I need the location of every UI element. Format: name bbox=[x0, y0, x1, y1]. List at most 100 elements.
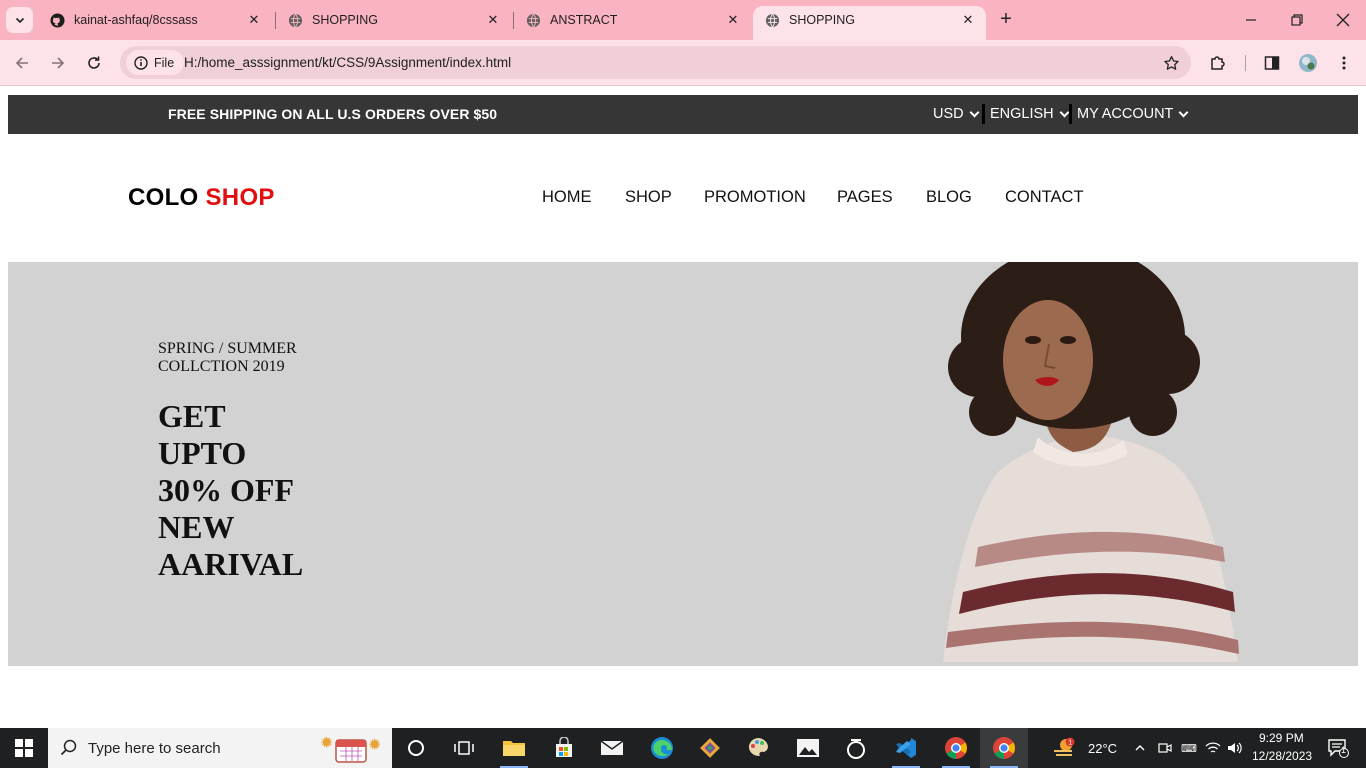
file-explorer-app[interactable] bbox=[490, 728, 538, 768]
browser-toolbar: File H:/home_asssignment/kt/CSS/9Assignm… bbox=[0, 40, 1366, 86]
language-dropdown[interactable]: ENGLISH bbox=[990, 106, 1070, 122]
close-tab-icon[interactable]: ✕ bbox=[725, 12, 741, 28]
photos-app[interactable] bbox=[784, 728, 832, 768]
meet-now-button[interactable] bbox=[1154, 728, 1176, 768]
nav-blog[interactable]: BLOG bbox=[926, 188, 972, 207]
tab-title: ANSTRACT bbox=[550, 13, 618, 27]
chevron-down-icon bbox=[1178, 107, 1189, 117]
hero-subtitle-line: COLLCTION 2019 bbox=[158, 358, 285, 375]
hero-title: GET UPTO 30% OFF NEW AARIVAL bbox=[158, 398, 303, 583]
topbar-divider bbox=[1069, 104, 1072, 124]
hero-subtitle-line: SPRING / SUMMER bbox=[158, 340, 297, 357]
show-hidden-icons-button[interactable] bbox=[1128, 728, 1152, 768]
close-window-button[interactable] bbox=[1330, 8, 1356, 32]
taskbar-search-box[interactable]: Type here to search ✹ ✹ bbox=[48, 728, 392, 768]
nav-promotion[interactable]: PROMOTION bbox=[704, 188, 806, 207]
star-icon bbox=[1163, 55, 1179, 70]
close-tab-icon[interactable]: ✕ bbox=[960, 12, 976, 28]
tab-shopping-active[interactable]: SHOPPING ✕ bbox=[753, 6, 986, 40]
weather-icon: 1 bbox=[1054, 737, 1075, 756]
tab-anstract[interactable]: ANSTRACT ✕ bbox=[514, 0, 751, 40]
hero-subtitle: SPRING / SUMMER COLLCTION 2019 bbox=[158, 340, 297, 376]
svg-text:1: 1 bbox=[1068, 740, 1072, 747]
restore-button[interactable] bbox=[1284, 8, 1310, 32]
close-tab-icon[interactable]: ✕ bbox=[485, 12, 501, 28]
cortana-button[interactable] bbox=[392, 728, 440, 768]
site-info-chip[interactable]: File bbox=[126, 50, 185, 75]
wifi-icon bbox=[1205, 742, 1221, 753]
address-bar[interactable]: File H:/home_asssignment/kt/CSS/9Assignm… bbox=[120, 46, 1191, 79]
info-icon bbox=[134, 55, 148, 70]
chrome-app[interactable] bbox=[932, 728, 980, 768]
topbar-divider bbox=[982, 104, 985, 124]
minimize-icon bbox=[1246, 19, 1256, 21]
bookmark-button[interactable] bbox=[1161, 53, 1181, 73]
side-panel-icon bbox=[1264, 56, 1280, 70]
logo-text-primary: COLO bbox=[128, 184, 206, 211]
start-button[interactable] bbox=[0, 728, 48, 768]
tab-title: SHOPPING bbox=[312, 13, 378, 27]
extensions-button[interactable] bbox=[1206, 51, 1230, 75]
restore-icon bbox=[1291, 14, 1303, 26]
forward-button[interactable] bbox=[46, 51, 70, 75]
nav-shop[interactable]: SHOP bbox=[625, 188, 672, 207]
chrome-icon bbox=[945, 737, 967, 759]
tab-title: SHOPPING bbox=[789, 13, 855, 27]
close-tab-icon[interactable]: ✕ bbox=[246, 12, 262, 28]
minimize-button[interactable] bbox=[1238, 8, 1264, 32]
site-logo[interactable]: COLO SHOP bbox=[128, 184, 275, 212]
close-icon bbox=[1336, 13, 1350, 27]
currency-dropdown[interactable]: USD bbox=[933, 106, 980, 122]
folder-icon bbox=[503, 741, 525, 756]
clock-button[interactable]: 9:29 PM 12/28/2023 bbox=[1250, 728, 1312, 768]
tab-search-button[interactable] bbox=[6, 7, 33, 33]
windows-logo-icon bbox=[15, 739, 33, 757]
github-desktop-app[interactable] bbox=[832, 728, 880, 768]
profile-button[interactable] bbox=[1296, 51, 1320, 75]
new-tab-button[interactable]: + bbox=[996, 9, 1016, 30]
back-button[interactable] bbox=[10, 51, 34, 75]
url-text[interactable]: H:/home_asssignment/kt/CSS/9Assignment/i… bbox=[184, 55, 511, 70]
vscode-app[interactable] bbox=[882, 728, 930, 768]
side-panel-button[interactable] bbox=[1260, 51, 1284, 75]
reload-button[interactable] bbox=[82, 51, 106, 75]
svg-text:⌨: ⌨ bbox=[1181, 742, 1197, 755]
volume-button[interactable] bbox=[1224, 728, 1246, 768]
chrome-app-active[interactable] bbox=[980, 728, 1028, 768]
free-shipping-text: FREE SHIPPING ON ALL U.S ORDERS OVER $50 bbox=[168, 106, 498, 122]
weather-temperature[interactable]: 22°C bbox=[1088, 741, 1117, 756]
my-account-dropdown[interactable]: MY ACCOUNT bbox=[1077, 106, 1189, 122]
globe-icon bbox=[288, 13, 303, 28]
github-icon bbox=[50, 13, 65, 28]
browser-menu-button[interactable] bbox=[1332, 51, 1356, 75]
tab-github[interactable]: kainat-ashfaq/8cssass ✕ bbox=[38, 0, 272, 40]
search-placeholder: Type here to search bbox=[88, 740, 221, 757]
tab-title: kainat-ashfaq/8cssass bbox=[74, 13, 198, 27]
input-method-button[interactable]: ⌨ bbox=[1178, 728, 1200, 768]
microsoft-store-app[interactable] bbox=[540, 728, 588, 768]
ring-icon bbox=[847, 739, 865, 759]
logo-text-accent: SHOP bbox=[205, 184, 275, 211]
vscode-icon bbox=[896, 738, 916, 758]
paint-app[interactable] bbox=[734, 728, 782, 768]
nav-pages[interactable]: PAGES bbox=[837, 188, 893, 207]
clock-time: 9:29 PM bbox=[1259, 731, 1304, 745]
svg-text:✹: ✹ bbox=[368, 737, 381, 754]
store-bag-icon bbox=[556, 737, 572, 757]
tab-shopping-1[interactable]: SHOPPING ✕ bbox=[276, 0, 511, 40]
nav-home[interactable]: HOME bbox=[542, 188, 592, 207]
mail-app[interactable] bbox=[588, 728, 636, 768]
nav-contact[interactable]: CONTACT bbox=[1005, 188, 1084, 207]
task-view-button[interactable] bbox=[440, 728, 488, 768]
hero-title-line: GET bbox=[158, 398, 226, 434]
promo-top-bar: FREE SHIPPING ON ALL U.S ORDERS OVER $50… bbox=[8, 95, 1358, 134]
weather-widget[interactable]: 1 bbox=[1044, 728, 1084, 768]
browser-tab-strip: kainat-ashfaq/8cssass ✕ SHOPPING ✕ ANSTR… bbox=[0, 0, 1366, 40]
network-button[interactable] bbox=[1202, 728, 1224, 768]
git-app[interactable] bbox=[686, 728, 734, 768]
chrome-icon bbox=[993, 737, 1015, 759]
notifications-button[interactable]: 1 bbox=[1318, 728, 1358, 768]
edge-app[interactable] bbox=[638, 728, 686, 768]
hero-title-line: AARIVAL bbox=[158, 546, 304, 582]
arrow-right-icon bbox=[52, 57, 65, 69]
